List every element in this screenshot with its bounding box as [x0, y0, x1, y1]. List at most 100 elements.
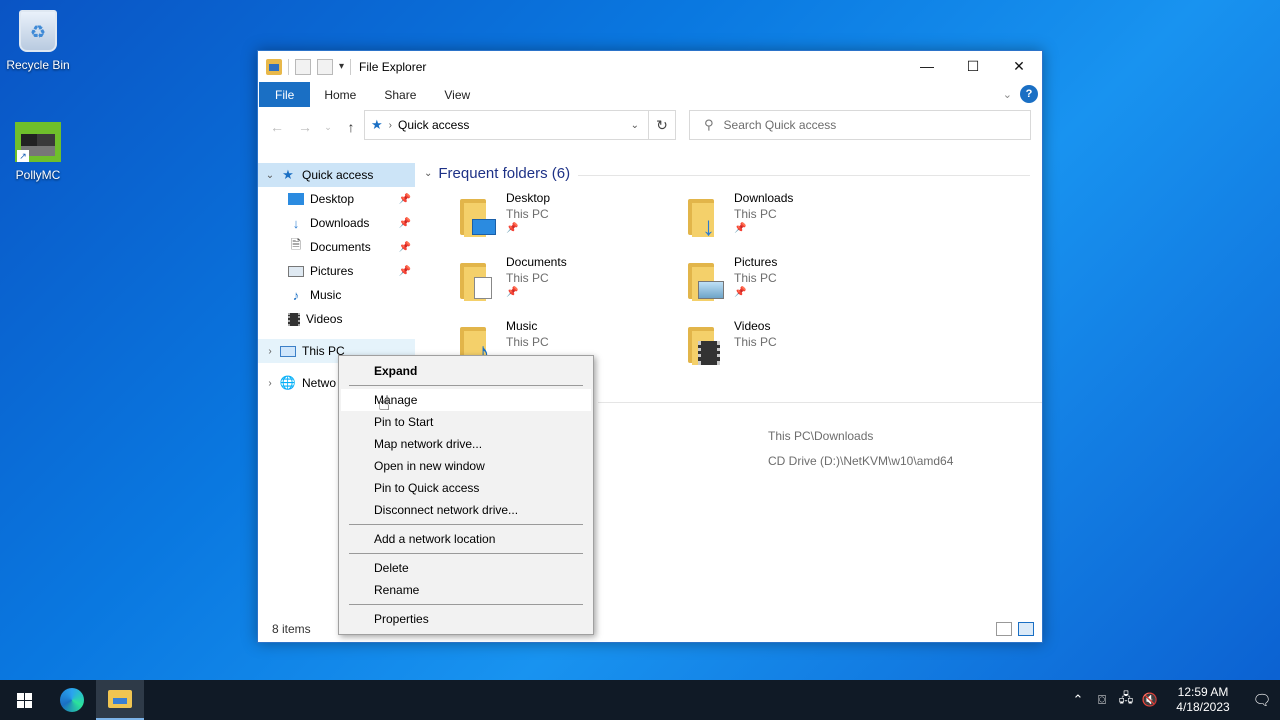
music-note-icon: ♪ — [292, 287, 300, 303]
address-bar[interactable]: ★ › Quick access ⌄ — [364, 110, 676, 140]
pollymc-label: PollyMC — [15, 168, 61, 182]
expand-chevron-icon[interactable]: › — [260, 346, 280, 357]
volume-muted-icon[interactable]: 🔇 — [1138, 692, 1162, 708]
properties-icon[interactable] — [295, 58, 311, 75]
start-button[interactable] — [0, 680, 48, 720]
pin-icon: 📌 — [506, 223, 519, 234]
expand-chevron-icon[interactable]: › — [260, 378, 280, 389]
search-placeholder[interactable]: Search Quick access — [724, 118, 837, 132]
device-icon[interactable]: ⌼ — [1090, 692, 1114, 708]
nav-item-label: Desktop — [310, 192, 355, 206]
menu-item-properties[interactable]: Properties — [341, 608, 591, 630]
recycle-bin-desktop-icon[interactable]: Recycle Bin — [0, 10, 76, 72]
mouse-cursor-icon: ☝ — [378, 393, 391, 415]
pollymc-desktop-icon[interactable]: ↗ PollyMC — [0, 122, 76, 182]
recent-file-location[interactable]: CD Drive (D:)\NetKVM\w10\amd64 — [768, 454, 953, 468]
nav-item-label: Pictures — [310, 264, 354, 278]
address-location[interactable]: Quick access — [398, 118, 469, 132]
nav-item-desktop[interactable]: Desktop 📌 — [258, 187, 415, 211]
videos-folder-icon — [686, 325, 730, 365]
collapse-group-chevron-icon[interactable]: ⌄ — [424, 168, 432, 179]
menu-item-delete[interactable]: Delete — [341, 557, 591, 579]
details-view-icon[interactable] — [996, 622, 1012, 636]
nav-item-pictures[interactable]: Pictures 📌 — [258, 259, 415, 283]
search-box[interactable]: ⚲ Search Quick access — [689, 110, 1031, 140]
folder-name: Music — [506, 319, 538, 333]
tab-file[interactable]: File — [259, 82, 311, 107]
folder-name: Videos — [734, 319, 771, 333]
customize-toolbar-chevron-icon[interactable]: ▾ — [339, 61, 344, 72]
collapse-chevron-icon[interactable]: ⌄ — [260, 170, 280, 181]
folder-location: This PC — [734, 335, 777, 349]
nav-item-music[interactable]: ♪ Music — [258, 283, 415, 307]
nav-item-videos[interactable]: Videos — [258, 307, 415, 331]
menu-item-map-network-drive[interactable]: Map network drive... — [341, 433, 591, 455]
nav-item-documents[interactable]: 🗎 Documents 📌 — [258, 235, 415, 259]
document-icon: 🗎 — [290, 237, 302, 252]
frequent-folders-title: Frequent folders (6) — [438, 165, 571, 182]
recycle-bin-icon — [19, 10, 57, 52]
recycle-bin-label: Recycle Bin — [6, 58, 70, 72]
refresh-icon[interactable]: ↻ — [648, 110, 676, 140]
network-icon[interactable]: 🖧 — [1114, 689, 1138, 711]
action-center-notification-icon[interactable]: 🗨 — [1244, 691, 1280, 709]
network-globe-icon: 🌐 — [279, 375, 297, 390]
folder-location: This PC — [506, 271, 549, 285]
file-explorer-taskbar-button[interactable] — [96, 680, 144, 720]
forward-arrow-icon[interactable]: → — [294, 116, 316, 138]
menu-item-pin-quick-access[interactable]: Pin to Quick access — [341, 477, 591, 499]
quick-access-star-icon: ★ — [282, 167, 294, 182]
clock[interactable]: 12:59 AM 4/18/2023 — [1168, 685, 1238, 715]
file-explorer-icon — [108, 690, 132, 708]
breadcrumb-chevron-icon[interactable]: › — [389, 120, 392, 131]
edge-taskbar-button[interactable] — [48, 680, 96, 720]
folder-location: This PC — [734, 207, 777, 221]
downloads-folder-icon: ↓ — [686, 197, 730, 241]
menu-item-disconnect-network-drive[interactable]: Disconnect network drive... — [341, 499, 591, 521]
close-button[interactable]: ✕ — [996, 51, 1042, 81]
folder-tile-desktop[interactable]: Desktop This PC 📌 — [458, 191, 678, 249]
clock-date: 4/18/2023 — [1176, 700, 1230, 714]
nav-network-label: Netwo — [302, 376, 337, 390]
address-dropdown-icon[interactable]: ⌄ — [631, 120, 639, 131]
tab-view[interactable]: View — [430, 82, 484, 107]
show-hidden-icons-chevron-icon[interactable]: ⌃ — [1066, 692, 1090, 708]
edge-browser-icon — [60, 688, 84, 712]
nav-item-label: Music — [310, 288, 342, 302]
help-icon[interactable]: ? — [1020, 85, 1038, 103]
ribbon-tabs: File Home Share View ⌄ ? — [258, 82, 1042, 107]
quick-access-star-icon: ★ — [371, 117, 383, 132]
pollymc-icon: ↗ — [15, 122, 61, 162]
nav-quick-access[interactable]: ⌄ ★ Quick access — [258, 163, 415, 187]
documents-folder-icon — [458, 261, 502, 301]
expand-ribbon-chevron-icon[interactable]: ⌄ — [1003, 88, 1012, 101]
recent-file-location[interactable]: This PC\Downloads — [768, 429, 873, 443]
recent-divider — [598, 402, 1042, 403]
folder-tile-pictures[interactable]: Pictures This PC 📌 — [686, 255, 906, 313]
new-folder-icon[interactable] — [317, 58, 333, 75]
folder-location: This PC — [506, 335, 549, 349]
menu-item-add-network-location[interactable]: Add a network location — [341, 528, 591, 550]
recent-locations-chevron-icon[interactable]: ⌄ — [322, 116, 334, 138]
maximize-button[interactable]: ☐ — [950, 51, 996, 81]
pin-icon: 📌 — [398, 193, 411, 205]
folder-tile-documents[interactable]: Documents This PC 📌 — [458, 255, 678, 313]
status-item-count: 8 items — [272, 622, 311, 636]
tab-home[interactable]: Home — [310, 82, 370, 107]
menu-item-expand[interactable]: Expand — [341, 360, 591, 382]
folder-tile-downloads[interactable]: ↓ Downloads This PC 📌 — [686, 191, 906, 249]
frequent-folders-header[interactable]: ⌄ Frequent folders (6) — [424, 165, 570, 182]
large-icons-view-icon[interactable] — [1018, 622, 1034, 636]
pin-icon: 📌 — [398, 241, 411, 253]
tab-share[interactable]: Share — [370, 82, 430, 107]
back-arrow-icon[interactable]: ← — [266, 116, 288, 138]
folder-name: Desktop — [506, 191, 551, 205]
menu-item-open-new-window[interactable]: Open in new window — [341, 455, 591, 477]
nav-item-downloads[interactable]: ↓ Downloads 📌 — [258, 211, 415, 235]
folder-tile-videos[interactable]: Videos This PC — [686, 319, 906, 377]
minimize-button[interactable]: — — [904, 51, 950, 81]
folder-name: Documents — [506, 255, 567, 269]
menu-item-rename[interactable]: Rename — [341, 579, 591, 601]
pictures-icon — [288, 265, 304, 277]
up-arrow-icon[interactable]: ↑ — [340, 116, 362, 138]
